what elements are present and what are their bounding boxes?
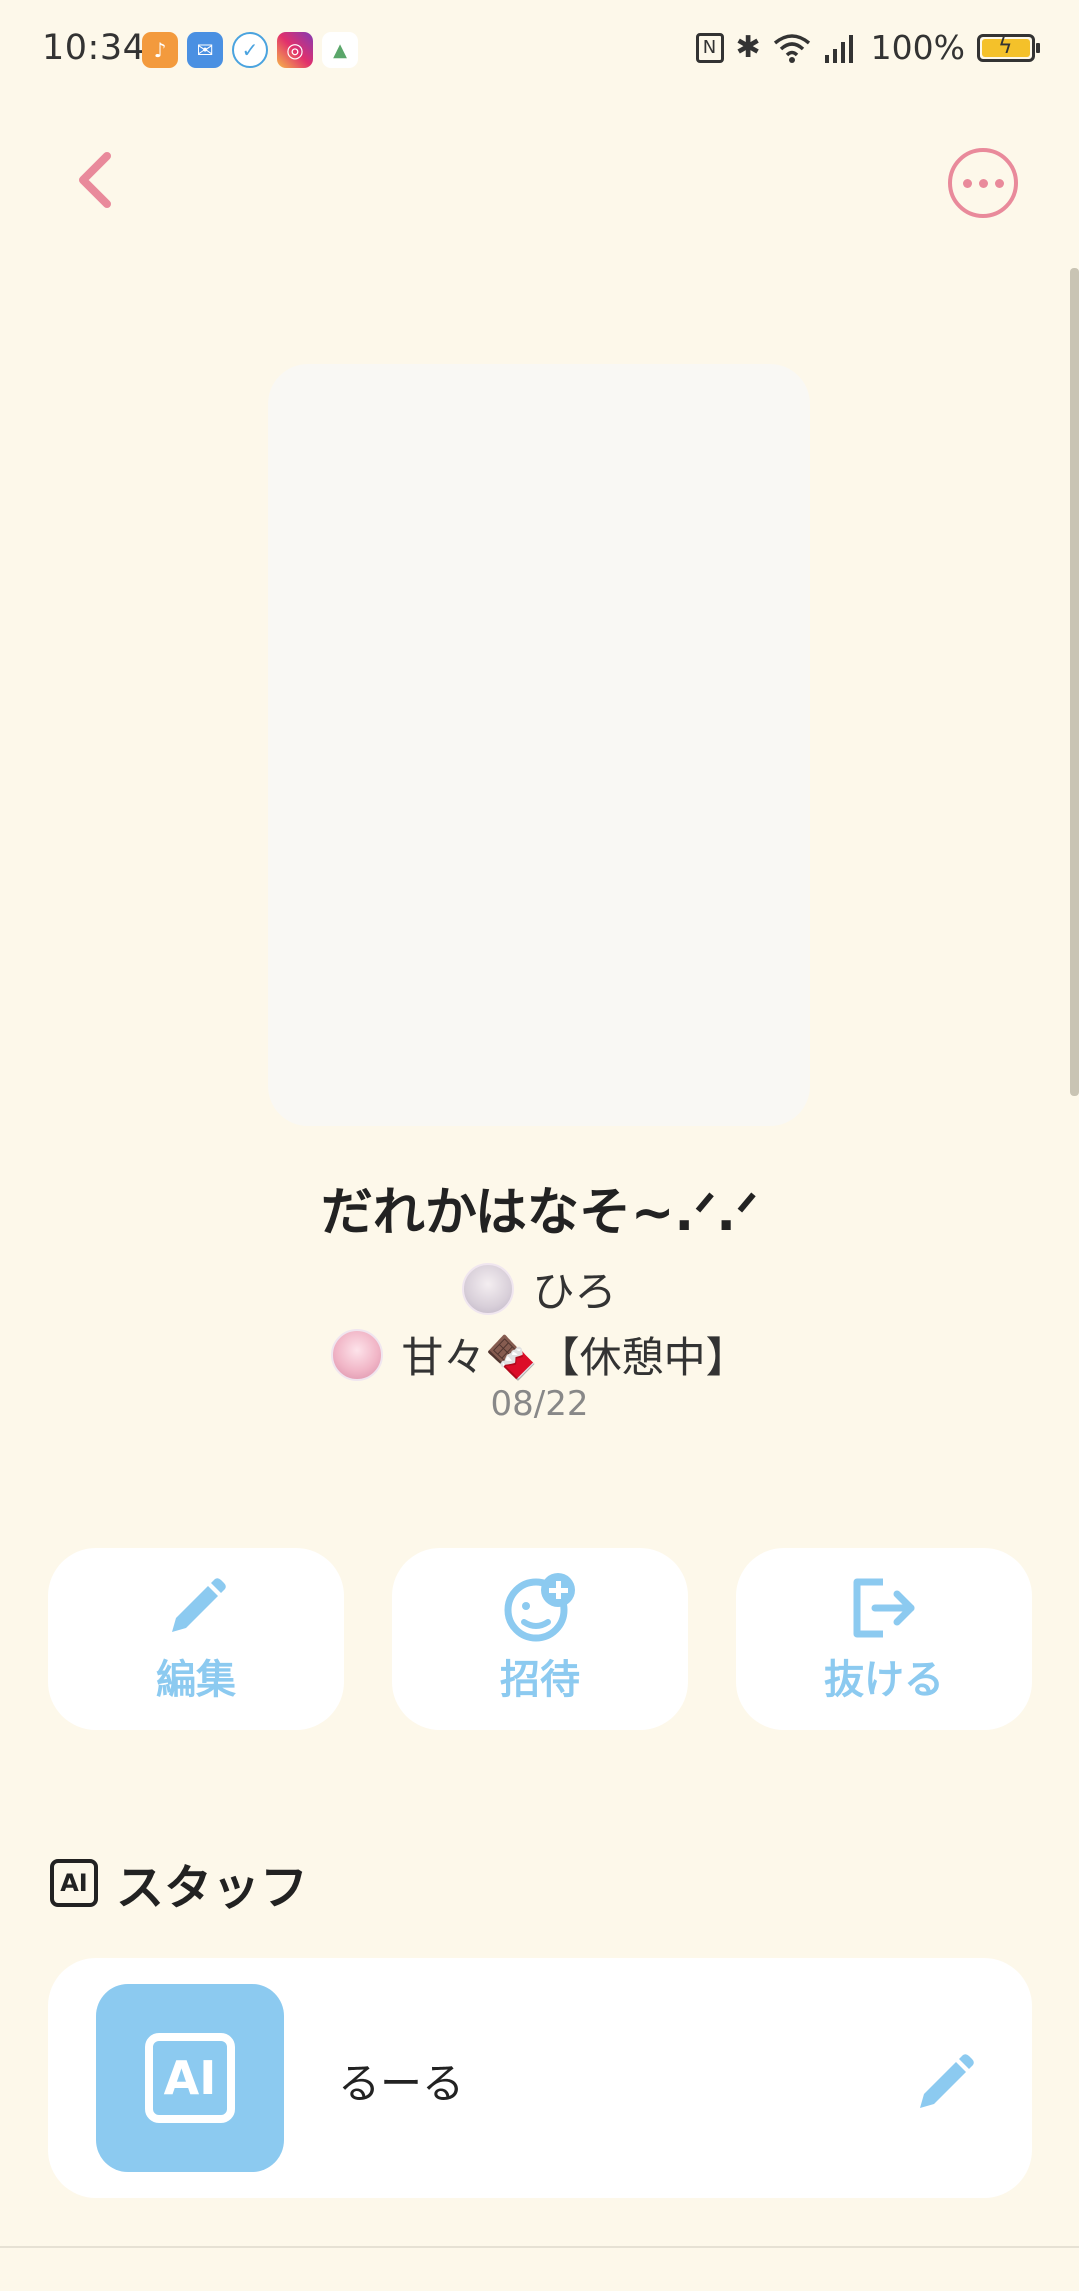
back-button[interactable]	[60, 145, 130, 215]
divider	[0, 2246, 1079, 2248]
more-icon-dot	[978, 178, 988, 188]
more-icon-dot	[994, 178, 1004, 188]
member-item[interactable]: 甘々🍫【休憩中】	[0, 1324, 1079, 1385]
more-icon	[962, 178, 972, 188]
status-time: 10:34	[42, 28, 146, 68]
staff-section-header: AI スタッフ	[50, 1848, 308, 1918]
invite-icon	[504, 1573, 575, 1642]
avatar: AI	[96, 1984, 284, 2172]
edit-label: 編集	[156, 1657, 236, 1703]
chevron-left-icon	[79, 152, 111, 208]
invite-label: 招待	[500, 1657, 580, 1703]
notification-icons: ♪ ✉ ✓ ◎ ▲	[142, 32, 358, 68]
music-app-icon: ♪	[142, 32, 178, 68]
status-bar: 10:34 ♪ ✉ ✓ ◎ ▲ N ✱ 100% ϟ	[0, 0, 1079, 100]
avatar	[331, 1328, 384, 1381]
member-item[interactable]: ひろ	[0, 1258, 1079, 1319]
signal-icon	[824, 34, 853, 63]
leave-label: 抜ける	[824, 1657, 944, 1703]
ai-badge-icon: AI	[50, 1859, 98, 1907]
ai-icon: AI	[145, 2033, 235, 2123]
clock-check-app-icon: ✓	[232, 32, 268, 68]
more-button[interactable]	[948, 148, 1018, 218]
nfc-icon: N	[695, 32, 724, 63]
avatar	[462, 1262, 515, 1315]
app-icon: ▲	[322, 32, 358, 68]
battery-percent: 100%	[870, 28, 965, 67]
instagram-icon: ◎	[277, 32, 313, 68]
battery-icon: ϟ	[977, 33, 1040, 62]
exit-icon	[853, 1578, 915, 1638]
mail-app-icon: ✉	[187, 32, 223, 68]
wifi-icon	[773, 33, 810, 63]
action-buttons: 編集 招待 抜ける	[48, 1548, 1032, 1730]
member-name: ひろ	[532, 1267, 617, 1316]
invite-button[interactable]: 招待	[392, 1548, 688, 1730]
leave-button[interactable]: 抜ける	[736, 1548, 1032, 1730]
scrollbar[interactable]	[1070, 268, 1079, 1096]
pencil-icon	[920, 2054, 974, 2108]
room-cover-image	[268, 364, 810, 1126]
staff-name: るーる	[338, 2059, 465, 2108]
section-title: スタッフ	[116, 1860, 309, 1916]
edit-button[interactable]: 編集	[48, 1548, 344, 1730]
member-name: 甘々🍫【休憩中】	[401, 1333, 748, 1382]
pencil-icon	[172, 1578, 226, 1632]
room-title: だれかはなそ~.ᐟ.ᐟ	[320, 1183, 759, 1243]
staff-item[interactable]: AI るーる	[48, 1958, 1032, 2198]
bluetooth-icon: ✱	[735, 30, 761, 65]
staff-edit-button[interactable]	[914, 2050, 978, 2114]
status-indicators: N ✱ 100% ϟ	[695, 28, 1040, 67]
room-date: 08/22	[490, 1384, 589, 1424]
